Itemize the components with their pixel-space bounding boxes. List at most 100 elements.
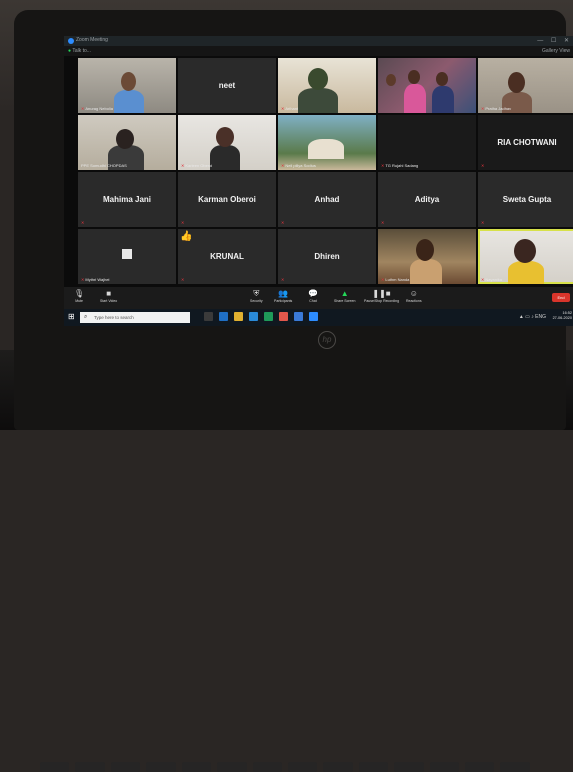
reactions-button[interactable]: ☺ Reactions bbox=[406, 289, 422, 303]
participant-tile[interactable]: ✕Luthm Nanda bbox=[378, 229, 476, 284]
mic-muted-icon: ✕ bbox=[381, 163, 385, 168]
windows-start-icon[interactable]: ⊞ bbox=[68, 313, 76, 321]
participant-tile[interactable]: neet bbox=[178, 58, 276, 113]
participant-tile[interactable]: ✕Neil pillya Sodius bbox=[278, 115, 376, 170]
laptop-screen: Zoom Meeting — ☐ ✕ ● Talk to... Gallery … bbox=[64, 36, 573, 326]
participant-name: Karman Oberoi bbox=[198, 195, 256, 205]
security-button[interactable]: ⛨ Security bbox=[250, 289, 263, 303]
mic-muted-icon: ✕ bbox=[481, 163, 485, 168]
participant-tile[interactable]: Sweta Gupta ✕ bbox=[478, 172, 573, 227]
participant-tile[interactable]: ✕Anurag Nebolia bbox=[78, 58, 176, 113]
end-meeting-button[interactable]: End bbox=[552, 293, 570, 302]
participant-tile[interactable]: ✕Mythri Wajhei bbox=[78, 229, 176, 284]
participant-name: ✕TG Rujahl Sadang bbox=[381, 163, 419, 168]
pause-stop-icon: ❚❚■ bbox=[372, 289, 391, 298]
participant-name: ✕Arihant bbox=[281, 106, 299, 111]
mic-muted-icon: ✕ bbox=[181, 163, 185, 168]
pinned-apps bbox=[204, 312, 318, 321]
store-icon[interactable] bbox=[264, 312, 273, 321]
active-speaker-tile[interactable]: ✕Nayanika bbox=[478, 229, 573, 284]
participant-name: ✕Luthm Nanda bbox=[381, 277, 410, 282]
edge-icon[interactable] bbox=[219, 312, 228, 321]
windows-taskbar: ⊞ ⌕ Type here to search ▲ ▭ ♪ ENG 16:52 … bbox=[64, 309, 573, 326]
participant-name: RIA CHOTWANI bbox=[497, 138, 557, 148]
mic-muted-icon: ✕ bbox=[281, 163, 285, 168]
mic-muted-icon: ✕ bbox=[281, 220, 285, 225]
participant-name: ✕Karleen Oberoi bbox=[181, 163, 213, 168]
window-title: Zoom Meeting bbox=[76, 37, 108, 43]
thumbs-up-icon: 👍 bbox=[180, 231, 193, 242]
mail-icon[interactable] bbox=[249, 312, 258, 321]
participant-name: ✕Nayanika bbox=[481, 277, 503, 282]
participants-icon: 👥 bbox=[278, 289, 289, 298]
title-bar: Zoom Meeting — ☐ ✕ bbox=[64, 36, 573, 46]
mic-muted-icon: ✕ bbox=[81, 106, 85, 111]
mic-muted-icon: ✕ bbox=[481, 106, 485, 111]
clock[interactable]: 16:52 27-06-2020 bbox=[553, 311, 572, 321]
participant-tile[interactable]: RIA CHOTWANI ✕ bbox=[478, 115, 573, 170]
shield-icon: ⛨ bbox=[253, 289, 260, 298]
participant-tile[interactable]: ✕Pratha Jadhav bbox=[478, 58, 573, 113]
participant-name: ✕Mythri Wajhei bbox=[81, 277, 110, 282]
participant-name: neet bbox=[218, 81, 236, 91]
mic-muted-icon: ✕ bbox=[481, 277, 485, 282]
mic-muted-icon: ✕ bbox=[181, 220, 185, 225]
mic-muted-icon: ✕ bbox=[381, 220, 385, 225]
taskbar-search-input[interactable]: ⌕ Type here to search bbox=[80, 312, 190, 323]
mic-muted-icon: ✕ bbox=[481, 220, 485, 225]
participant-tile[interactable]: ✕Arihant bbox=[278, 58, 376, 113]
participant-tile[interactable]: PPE Somudhi CHOPDAS bbox=[78, 115, 176, 170]
participant-name: ✕Anurag Nebolia bbox=[81, 106, 113, 111]
zoom-taskbar-icon[interactable] bbox=[309, 312, 318, 321]
meeting-info[interactable]: ● Talk to... bbox=[68, 48, 91, 54]
search-placeholder: Type here to search bbox=[94, 315, 134, 320]
file-explorer-icon[interactable] bbox=[234, 312, 243, 321]
pause-recording-button[interactable]: ❚❚■ Pause/Stop Recording bbox=[364, 289, 399, 303]
mic-muted-icon: ✕ bbox=[281, 106, 285, 111]
mic-muted-icon: ✕ bbox=[81, 277, 85, 282]
app-icon[interactable] bbox=[279, 312, 288, 321]
participant-name: Mahima Jani bbox=[102, 195, 151, 205]
search-icon: ⌕ bbox=[84, 314, 88, 320]
participant-name: Sweta Gupta bbox=[502, 195, 552, 205]
word-icon[interactable] bbox=[294, 312, 303, 321]
participant-name: Dhiren bbox=[314, 252, 340, 262]
key-row bbox=[40, 762, 530, 772]
mic-muted-icon: ✕ bbox=[381, 277, 385, 282]
participants-button[interactable]: 👥 Participants bbox=[274, 289, 292, 303]
participant-tile[interactable]: Karman Oberoi ✕ bbox=[178, 172, 276, 227]
mic-muted-icon: ✕ bbox=[181, 277, 185, 282]
participant-tile[interactable]: Mahima Jani ✕ bbox=[78, 172, 176, 227]
participant-tile[interactable]: Anhad ✕ bbox=[278, 172, 376, 227]
meeting-info-label: Talk to... bbox=[72, 48, 91, 54]
participant-name: ✕Pratha Jadhav bbox=[481, 106, 512, 111]
participant-name: KRUNAL bbox=[210, 252, 244, 262]
meeting-toolbar: 🎙 Mute ■ Start Video ⛨ Security 👥 Participan… bbox=[64, 287, 573, 309]
participant-tile[interactable]: ✕TG Rujahl Sadang bbox=[378, 115, 476, 170]
share-screen-button[interactable]: ▲ Share Screen bbox=[334, 289, 355, 303]
participant-name: Aditya bbox=[414, 195, 440, 205]
zoom-logo-icon bbox=[68, 38, 74, 44]
hp-logo: hp bbox=[318, 331, 336, 349]
gallery-view-toggle[interactable]: Gallery View bbox=[542, 48, 570, 54]
chat-button[interactable]: 💬 Chat bbox=[308, 289, 318, 303]
participant-tile[interactable]: Dhiren ✕ bbox=[278, 229, 376, 284]
smiley-icon: ☺ bbox=[409, 289, 418, 298]
participant-tile[interactable] bbox=[378, 58, 476, 113]
meeting-info-bar: ● Talk to... Gallery View bbox=[64, 46, 573, 56]
mute-button[interactable]: 🎙 Mute bbox=[74, 289, 84, 303]
avatar-placeholder bbox=[122, 249, 132, 259]
share-screen-icon: ▲ bbox=[340, 289, 349, 298]
participant-tile[interactable]: Aditya ✕ bbox=[378, 172, 476, 227]
participant-tile[interactable]: 👍 KRUNAL ✕ bbox=[178, 229, 276, 284]
participant-name: PPE Somudhi CHOPDAS bbox=[81, 163, 127, 168]
task-view-icon[interactable] bbox=[204, 312, 213, 321]
chat-icon: 💬 bbox=[308, 289, 318, 298]
system-tray[interactable]: ▲ ▭ ♪ ENG bbox=[519, 314, 546, 320]
start-video-button[interactable]: ■ Start Video bbox=[100, 289, 117, 303]
mic-muted-icon: ✕ bbox=[281, 277, 285, 282]
participant-name: ✕Neil pillya Sodius bbox=[281, 163, 316, 168]
participant-tile[interactable]: ✕Karleen Oberoi bbox=[178, 115, 276, 170]
mic-muted-icon: ✕ bbox=[81, 220, 85, 225]
window-controls[interactable]: — ☐ ✕ bbox=[537, 37, 572, 44]
